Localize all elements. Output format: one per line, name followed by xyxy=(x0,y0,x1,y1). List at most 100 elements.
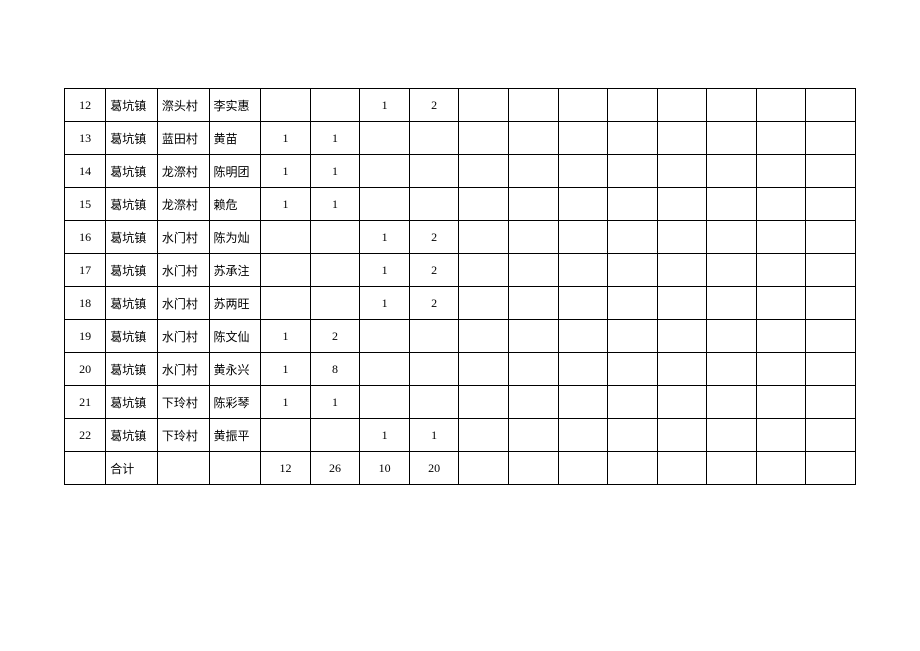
cell-name xyxy=(209,452,261,485)
cell-c9 xyxy=(657,221,707,254)
cell-c10 xyxy=(707,221,757,254)
cell-c5 xyxy=(459,254,509,287)
cell-c9 xyxy=(657,419,707,452)
cell-c3 xyxy=(360,122,410,155)
table-row: 13葛坑镇蓝田村黄苗11 xyxy=(65,122,856,155)
cell-c1: 1 xyxy=(261,122,311,155)
cell-c7 xyxy=(558,221,608,254)
cell-c11 xyxy=(756,287,806,320)
cell-c2: 1 xyxy=(310,122,360,155)
cell-c1: 1 xyxy=(261,386,311,419)
cell-c12 xyxy=(806,353,856,386)
cell-c2: 8 xyxy=(310,353,360,386)
cell-c12 xyxy=(806,320,856,353)
cell-c8 xyxy=(608,320,658,353)
cell-c8 xyxy=(608,287,658,320)
cell-c4 xyxy=(409,353,459,386)
cell-c2: 2 xyxy=(310,320,360,353)
cell-name: 黄振平 xyxy=(209,419,261,452)
cell-name: 陈为灿 xyxy=(209,221,261,254)
cell-c6 xyxy=(508,287,558,320)
cell-c12 xyxy=(806,221,856,254)
cell-c10 xyxy=(707,353,757,386)
cell-c5 xyxy=(459,122,509,155)
cell-village: 水门村 xyxy=(157,353,209,386)
cell-c8 xyxy=(608,188,658,221)
cell-no: 15 xyxy=(65,188,106,221)
cell-c4: 1 xyxy=(409,419,459,452)
cell-c11 xyxy=(756,452,806,485)
cell-c9 xyxy=(657,287,707,320)
cell-town: 葛坑镇 xyxy=(106,353,158,386)
cell-village: 水门村 xyxy=(157,320,209,353)
cell-c6 xyxy=(508,221,558,254)
cell-c9 xyxy=(657,254,707,287)
cell-c10 xyxy=(707,452,757,485)
cell-c8 xyxy=(608,122,658,155)
cell-c2 xyxy=(310,254,360,287)
cell-c3: 1 xyxy=(360,419,410,452)
table-row: 14葛坑镇龙漈村陈明团11 xyxy=(65,155,856,188)
cell-name: 黄苗 xyxy=(209,122,261,155)
cell-village: 水门村 xyxy=(157,221,209,254)
cell-c6 xyxy=(508,89,558,122)
cell-c6 xyxy=(508,452,558,485)
cell-town: 葛坑镇 xyxy=(106,386,158,419)
cell-c6 xyxy=(508,320,558,353)
cell-town: 葛坑镇 xyxy=(106,221,158,254)
cell-name: 苏两旺 xyxy=(209,287,261,320)
cell-c10 xyxy=(707,122,757,155)
cell-c7 xyxy=(558,188,608,221)
cell-name: 赖危 xyxy=(209,188,261,221)
cell-c5 xyxy=(459,386,509,419)
cell-c12 xyxy=(806,188,856,221)
cell-no: 19 xyxy=(65,320,106,353)
cell-c8 xyxy=(608,89,658,122)
cell-c8 xyxy=(608,221,658,254)
cell-c1: 12 xyxy=(261,452,311,485)
table-row: 20葛坑镇水门村黄永兴18 xyxy=(65,353,856,386)
cell-c1 xyxy=(261,89,311,122)
cell-c6 xyxy=(508,419,558,452)
cell-c11 xyxy=(756,155,806,188)
cell-c8 xyxy=(608,254,658,287)
cell-c7 xyxy=(558,122,608,155)
cell-c12 xyxy=(806,452,856,485)
table-row: 22葛坑镇下玲村黄振平11 xyxy=(65,419,856,452)
cell-c4: 2 xyxy=(409,254,459,287)
cell-c2 xyxy=(310,287,360,320)
cell-town: 葛坑镇 xyxy=(106,122,158,155)
cell-c3: 1 xyxy=(360,221,410,254)
cell-c5 xyxy=(459,353,509,386)
cell-c6 xyxy=(508,254,558,287)
cell-c8 xyxy=(608,155,658,188)
cell-name: 苏承注 xyxy=(209,254,261,287)
cell-c3 xyxy=(360,188,410,221)
cell-c2: 26 xyxy=(310,452,360,485)
cell-c1 xyxy=(261,419,311,452)
cell-c7 xyxy=(558,320,608,353)
cell-c6 xyxy=(508,122,558,155)
cell-c8 xyxy=(608,452,658,485)
cell-c1: 1 xyxy=(261,188,311,221)
cell-total-label: 合计 xyxy=(106,452,158,485)
cell-c6 xyxy=(508,386,558,419)
cell-c10 xyxy=(707,155,757,188)
cell-c3: 1 xyxy=(360,89,410,122)
cell-village: 龙漈村 xyxy=(157,188,209,221)
cell-c1 xyxy=(261,221,311,254)
cell-c11 xyxy=(756,386,806,419)
cell-c3 xyxy=(360,386,410,419)
table-row: 16葛坑镇水门村陈为灿12 xyxy=(65,221,856,254)
cell-c2: 1 xyxy=(310,188,360,221)
cell-c4: 20 xyxy=(409,452,459,485)
cell-c10 xyxy=(707,254,757,287)
cell-town: 葛坑镇 xyxy=(106,320,158,353)
cell-c9 xyxy=(657,188,707,221)
cell-c11 xyxy=(756,254,806,287)
cell-c4: 2 xyxy=(409,287,459,320)
cell-name: 陈文仙 xyxy=(209,320,261,353)
cell-no: 12 xyxy=(65,89,106,122)
data-table: 12葛坑镇漈头村李实惠1213葛坑镇蓝田村黄苗1114葛坑镇龙漈村陈明团1115… xyxy=(64,88,856,485)
cell-c2: 1 xyxy=(310,155,360,188)
